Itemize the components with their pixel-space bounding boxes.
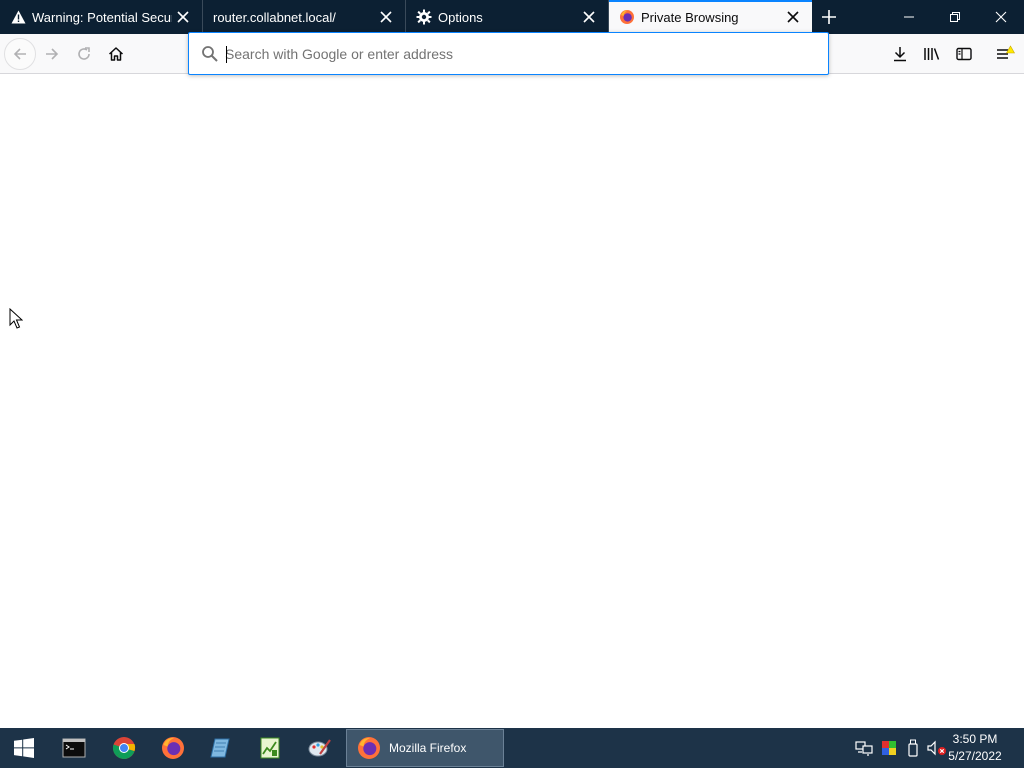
clock-time: 3:50 PM — [952, 732, 998, 746]
close-tab-icon[interactable] — [786, 10, 800, 24]
home-icon — [108, 47, 124, 61]
restore-button[interactable] — [932, 0, 978, 34]
start-button[interactable] — [2, 730, 46, 766]
taskbar-paint[interactable] — [298, 730, 342, 766]
network-tray-icon[interactable] — [854, 738, 874, 758]
usb-tray-icon[interactable] — [903, 738, 923, 758]
tab-label: Options — [438, 9, 483, 25]
back-button[interactable] — [4, 38, 36, 70]
chrome-icon — [112, 737, 136, 759]
paint-icon — [308, 739, 331, 757]
usb-drive-icon — [908, 739, 918, 757]
new-tab-button[interactable] — [812, 0, 846, 34]
search-icon — [202, 46, 218, 62]
downloads-button[interactable] — [884, 38, 916, 70]
page-content — [0, 75, 1024, 728]
plus-icon — [822, 10, 836, 24]
clock-date: 5/27/2022 — [948, 749, 1002, 763]
taskbar-clock[interactable]: 3:50 PM 5/27/2022 — [940, 731, 1010, 765]
minimize-button[interactable] — [886, 0, 932, 34]
firefox-icon — [619, 9, 635, 25]
close-icon — [995, 11, 1007, 23]
sidebar-button[interactable] — [948, 38, 980, 70]
gear-icon — [416, 9, 432, 25]
firefox-icon — [358, 737, 380, 759]
tab-label: Warning: Potential Security Risk Ahead — [32, 9, 172, 25]
taskbar-firefox[interactable] — [151, 730, 195, 766]
color-tray-icon[interactable] — [879, 738, 899, 758]
download-icon — [894, 47, 906, 62]
tab-router[interactable]: router.collabnet.local/ — [203, 0, 406, 34]
network-icon — [855, 741, 873, 756]
restore-icon — [950, 12, 960, 22]
home-button[interactable] — [100, 38, 132, 70]
taskbar-window-label: Mozilla Firefox — [389, 741, 467, 755]
minimize-icon — [904, 16, 914, 18]
spreadsheet-icon — [260, 737, 280, 759]
taskbar-notepad[interactable] — [199, 730, 243, 766]
library-button[interactable] — [916, 38, 948, 70]
terminal-icon — [62, 738, 86, 758]
reload-icon — [78, 47, 90, 60]
taskbar: Mozilla Firefox 3:50 PM 5/27/2022 — [0, 728, 1024, 768]
taskbar-spreadsheet[interactable] — [248, 730, 292, 766]
close-window-button[interactable] — [978, 0, 1024, 34]
close-tab-icon[interactable] — [582, 10, 596, 24]
forward-button[interactable] — [36, 38, 68, 70]
taskbar-firefox-window[interactable]: Mozilla Firefox — [346, 729, 504, 767]
forward-arrow-icon — [46, 48, 59, 60]
tab-security-warning[interactable]: Warning: Potential Security Risk Ahead — [0, 0, 203, 34]
reload-button[interactable] — [68, 38, 100, 70]
close-tab-icon[interactable] — [379, 10, 393, 24]
hamburger-menu-icon — [997, 45, 1015, 59]
tab-strip: Warning: Potential Security Risk Ahead r… — [0, 0, 1024, 34]
close-tab-icon[interactable] — [176, 10, 190, 24]
menu-button[interactable] — [989, 38, 1021, 70]
firefox-icon — [162, 737, 184, 759]
color-palette-icon — [882, 741, 896, 755]
mouse-cursor-icon — [9, 308, 23, 329]
taskbar-terminal[interactable] — [52, 730, 96, 766]
library-icon — [924, 48, 940, 60]
window-controls — [886, 0, 1024, 34]
back-arrow-icon — [13, 48, 26, 60]
sidebar-icon — [956, 47, 972, 61]
tab-options[interactable]: Options — [406, 0, 609, 34]
tab-label: Private Browsing — [641, 9, 739, 25]
windows-logo-icon — [14, 738, 34, 758]
search-input[interactable] — [225, 41, 815, 67]
tab-private-browsing[interactable]: Private Browsing — [609, 0, 812, 34]
text-caret — [226, 46, 227, 63]
taskbar-chrome[interactable] — [102, 730, 146, 766]
tab-label: router.collabnet.local/ — [213, 9, 336, 25]
warning-icon — [10, 9, 26, 25]
notepad-icon — [210, 738, 230, 758]
urlbar[interactable] — [188, 32, 829, 75]
